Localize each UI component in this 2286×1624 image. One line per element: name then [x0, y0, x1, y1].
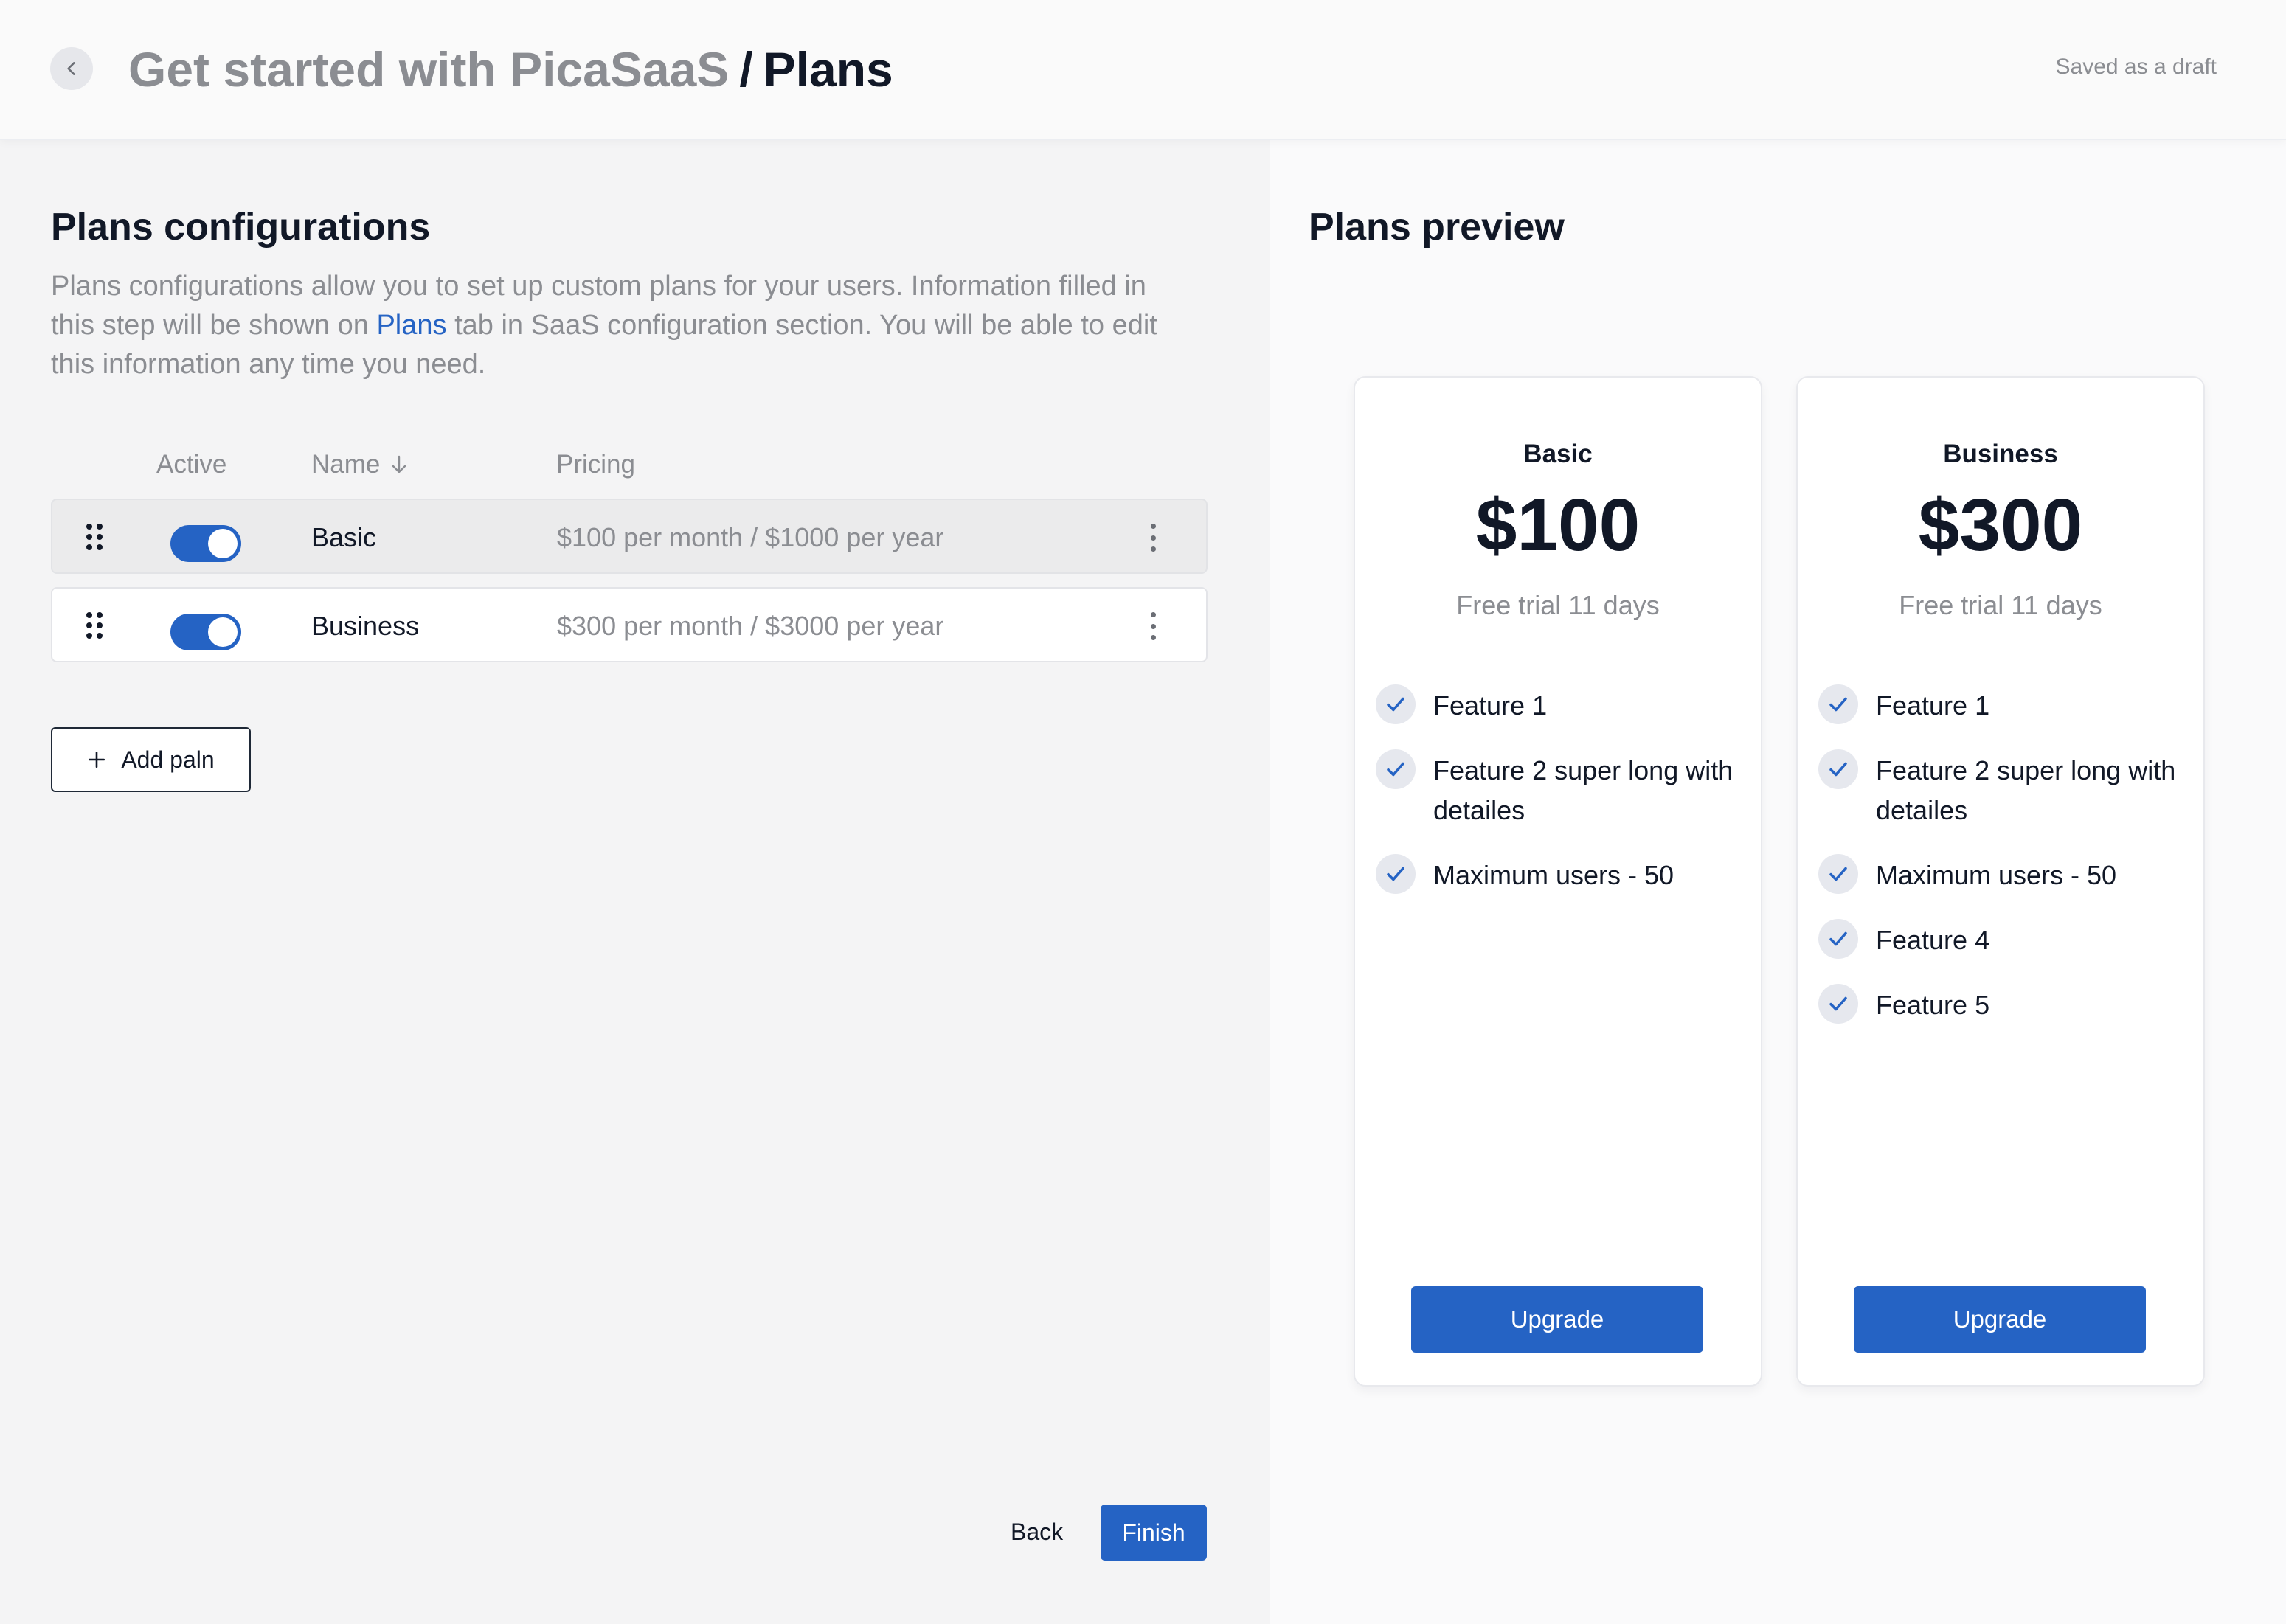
plan-pricing: $100 per month / $1000 per year: [557, 522, 944, 552]
breadcrumb-separator: /: [739, 42, 753, 97]
feature-text: Feature 1: [1433, 690, 1548, 721]
feature-item: Feature 2 super long with detailes: [1376, 749, 1745, 830]
feature-list: Feature 1 Feature 2 super long with deta…: [1818, 684, 2187, 1050]
add-plan-button[interactable]: Add paln: [51, 727, 251, 792]
drag-handle-icon[interactable]: [86, 524, 103, 550]
column-header-name-label: Name: [311, 450, 381, 479]
feature-item: Feature 5: [1818, 984, 2187, 1025]
table-row[interactable]: Business $300 per month / $3000 per year: [51, 587, 1208, 662]
add-plan-label: Add paln: [121, 746, 215, 773]
feature-text: Feature 2 super long with detailes: [1433, 755, 1733, 825]
upgrade-button[interactable]: Upgrade: [1854, 1286, 2146, 1353]
back-arrow-button[interactable]: [50, 47, 93, 90]
plus-icon: [89, 751, 105, 768]
check-icon: [1818, 684, 1858, 724]
check-icon: [1376, 749, 1416, 789]
card-price: $300: [1918, 484, 2083, 566]
feature-text: Feature 4: [1876, 925, 1990, 955]
save-status: Saved as a draft: [2055, 55, 2217, 79]
feature-text: Maximum users - 50: [1433, 860, 1674, 890]
card-trial: Free trial 11 days: [1899, 590, 2102, 620]
chevron-left-icon: [67, 62, 75, 75]
feature-text: Maximum users - 50: [1876, 860, 2117, 890]
preview-title: Plans preview: [1309, 206, 1565, 249]
card-plan-name: Basic: [1523, 440, 1593, 468]
plans-preview-panel: Plans preview Basic $100 Free trial 11 d…: [1270, 140, 2286, 1624]
plan-card-business: Business $300 Free trial 11 days Feature…: [1796, 376, 2205, 1387]
column-header-active: Active: [156, 450, 227, 479]
feature-text: Feature 1: [1876, 690, 1990, 721]
feature-item: Feature 4: [1818, 919, 2187, 960]
plan-name: Business: [311, 611, 420, 641]
config-description: Plans configurations allow you to set up…: [51, 267, 1157, 384]
upgrade-button[interactable]: Upgrade: [1411, 1286, 1703, 1353]
feature-item: Feature 1: [1818, 684, 2187, 726]
finish-button[interactable]: Finish: [1101, 1505, 1207, 1561]
check-icon: [1818, 919, 1858, 959]
plan-name: Basic: [311, 522, 377, 552]
top-header: Get started with PicaSaaS / Plans Saved as…: [0, 0, 2286, 140]
card-plan-name: Business: [1943, 440, 2058, 468]
column-header-name[interactable]: Name: [311, 450, 408, 479]
feature-item: Feature 1: [1376, 684, 1745, 726]
check-icon: [1818, 749, 1858, 789]
check-icon: [1376, 684, 1416, 724]
plans-config-panel: Plans configurations Plans configuration…: [0, 140, 1270, 1624]
check-icon: [1376, 854, 1416, 894]
breadcrumb-parent[interactable]: Get started with PicaSaaS: [128, 42, 729, 97]
feature-item: Feature 2 super long with detailes: [1818, 749, 2187, 830]
feature-text: Feature 2 super long with detailes: [1876, 755, 2176, 825]
plan-pricing: $300 per month / $3000 per year: [557, 611, 944, 641]
page-title: Get started with PicaSaaS / Plans: [128, 38, 893, 100]
more-options-icon[interactable]: [1146, 524, 1160, 552]
feature-item: Maximum users - 50: [1376, 854, 1745, 895]
config-title: Plans configurations: [51, 206, 431, 249]
active-toggle[interactable]: [170, 614, 241, 650]
card-price: $100: [1475, 484, 1641, 566]
card-trial: Free trial 11 days: [1456, 590, 1660, 620]
plan-card-basic: Basic $100 Free trial 11 days Feature 1 …: [1354, 376, 1762, 1387]
feature-list: Feature 1 Feature 2 super long with deta…: [1376, 684, 1745, 920]
more-options-icon[interactable]: [1146, 612, 1160, 640]
active-toggle[interactable]: [170, 525, 241, 562]
feature-item: Maximum users - 50: [1818, 854, 2187, 895]
plans-tab-link[interactable]: Plans: [376, 310, 446, 341]
back-button[interactable]: Back: [1011, 1519, 1063, 1546]
drag-handle-icon[interactable]: [86, 612, 103, 639]
breadcrumb-current: Plans: [763, 42, 893, 97]
column-header-pricing: Pricing: [556, 450, 635, 479]
feature-text: Feature 5: [1876, 990, 1990, 1020]
check-icon: [1818, 984, 1858, 1024]
check-icon: [1818, 854, 1858, 894]
arrow-down-icon: [392, 455, 406, 473]
table-row[interactable]: Basic $100 per month / $1000 per year: [51, 499, 1208, 574]
